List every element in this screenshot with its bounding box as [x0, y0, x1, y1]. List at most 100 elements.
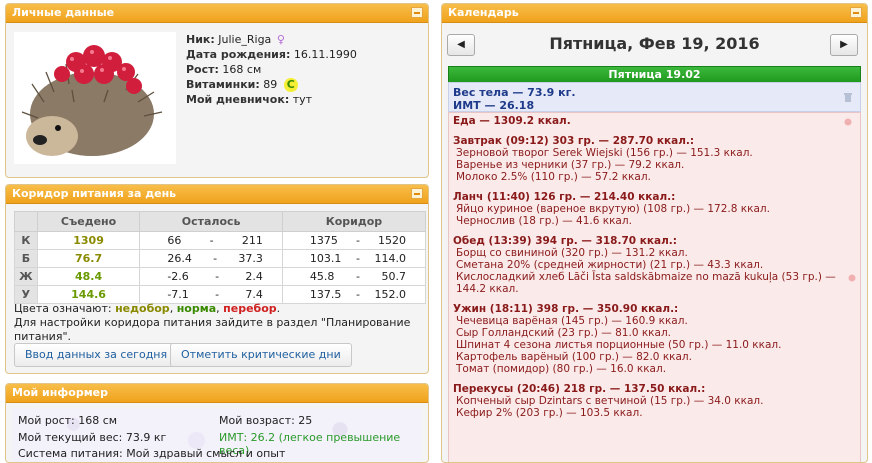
cor-min: 1375: [309, 234, 338, 247]
corridor-header-row: Съедено Осталось Коридор: [14, 211, 427, 232]
nick-label: Ник:: [186, 33, 215, 46]
rem-max: 37.3: [238, 252, 263, 265]
female-icon: ♀: [276, 33, 285, 46]
calendar-header: Календарь: [442, 4, 867, 23]
meal-supper[interactable]: Ужин (18:11) 398 гр. — 350.90 ккал.: Чеч…: [453, 303, 860, 375]
row-label: У: [14, 285, 38, 304]
corridor-header: Коридор питания за день: [6, 185, 428, 204]
diary-label: Мой дневничок:: [186, 93, 290, 106]
cor-min: 45.8: [309, 270, 335, 283]
vitamins-value: 89: [263, 78, 278, 91]
corridor-title: Коридор питания за день: [12, 187, 177, 200]
list-item: Томат (помидор) (80 гр.) — 16.0 ккал.: [456, 363, 667, 375]
meal-breakfast[interactable]: Завтрак (09:12) 303 гр. — 287.70 ккал.: …: [453, 135, 860, 183]
legend-over: перебор: [223, 302, 277, 315]
col-corridor: Коридор: [281, 211, 427, 232]
cor-min: 103.1: [309, 252, 342, 265]
meal-header: Ланч (11:40) 126 гр. — 214.40 ккал.:: [453, 191, 676, 203]
eaten-value: 144.6: [36, 285, 141, 304]
corridor-cell: 1375 - 1520: [281, 231, 427, 250]
birth-label: Дата рождения:: [186, 48, 291, 61]
corner-cell: [14, 211, 38, 232]
range-dash: -: [355, 270, 360, 283]
next-day-button[interactable]: ▶: [830, 34, 858, 56]
informer-age: Мой возраст: 25: [219, 414, 313, 427]
range-dash: -: [209, 234, 214, 247]
cor-min: 137.5: [309, 288, 342, 301]
cor-max: 50.7: [381, 270, 407, 283]
personal-data-panel: Личные данные Ник: Julie_Riga ♀ Дата рож…: [5, 3, 429, 178]
meal-header: Перекусы (20:46) 218 гр. — 137.50 ккал.:: [453, 383, 706, 395]
personal-data-header: Личные данные: [6, 4, 428, 23]
rem-max: 2.4: [245, 270, 263, 283]
vitamins-label: Витаминки:: [186, 78, 260, 91]
rem-min: 66: [167, 234, 182, 247]
table-row: К 1309 66 - 211 1375 - 1520: [14, 231, 427, 250]
remaining-cell: 66 - 211: [139, 231, 283, 250]
rem-min: -2.6: [167, 270, 189, 283]
vitamin-c-icon[interactable]: C: [283, 78, 298, 92]
list-item: Сметана 20% (средней жирности) (21 гр.) …: [456, 259, 764, 271]
list-item: Чернослив (18 гр.) — 41.6 ккал.: [456, 215, 632, 227]
cor-max: 114.0: [374, 252, 407, 265]
list-item: Чечевица варёная (145 гр.) — 160.9 ккал.: [456, 315, 688, 327]
food-log: Еда — 1309.2 ккал. Завтрак (09:12) 303 г…: [448, 112, 861, 462]
list-item: Кефир 2% (203 гр.) — 103.5 ккал.: [456, 407, 643, 419]
remaining-cell: 26.4 - 37.3: [139, 249, 283, 268]
personal-data-title: Личные данные: [12, 6, 115, 19]
range-dash: -: [355, 252, 360, 265]
range-dash: -: [355, 288, 360, 301]
range-dash: -: [215, 288, 220, 301]
collapse-icon[interactable]: [850, 7, 862, 18]
diary-link[interactable]: тут: [293, 93, 312, 106]
remaining-cell: -2.6 - 2.4: [139, 267, 283, 286]
collapse-icon[interactable]: [411, 7, 423, 18]
remaining-cell: -7.1 - 7.4: [139, 285, 283, 304]
hand-icon[interactable]: [848, 273, 856, 282]
hedgehog-avatar: [14, 32, 176, 164]
corridor-table: Съедено Осталось Коридор К 1309 66 - 211 1…: [14, 211, 427, 304]
informer-header: Мой информер: [6, 384, 428, 403]
nick-value[interactable]: Julie_Riga: [218, 33, 271, 46]
meal-lunch[interactable]: Ланч (11:40) 126 гр. — 214.40 ккал.: Яйц…: [453, 191, 860, 227]
list-item: Варенье из черники (37 гр.) — 79.2 ккал.: [456, 159, 685, 171]
trash-icon[interactable]: [844, 93, 852, 102]
informer-diet-system: Система питания: Мой здравый смысл и опы…: [18, 447, 286, 460]
corridor-hint: Для настройки коридора питания зайдите в…: [14, 316, 411, 343]
meal-dinner[interactable]: Обед (13:39) 394 гр. — 318.70 ккал.: Бор…: [453, 235, 860, 295]
list-item: Копченый сыр Dzintars с ветчиной (15 гр.…: [456, 395, 764, 407]
eaten-value: 1309: [36, 231, 141, 250]
table-row: Ж 48.4 -2.6 - 2.4 45.8 - 50.7: [14, 267, 427, 286]
my-informer-panel: Мой информер Мой рост: 168 см Мой возрас…: [5, 383, 429, 463]
collapse-icon[interactable]: [411, 188, 423, 199]
hand-icon[interactable]: [844, 117, 852, 126]
list-item: Кисло­сладкий хлеб Lāči Īsta saldskābmai…: [456, 271, 836, 295]
meal-header: Ужин (18:11) 398 гр. — 350.90 ккал.:: [453, 303, 679, 315]
range-dash: -: [355, 234, 360, 247]
informer-weight: Мой текущий вес: 73.9 кг: [18, 431, 167, 444]
row-label: Б: [14, 249, 38, 268]
informer-height: Мой рост: 168 см: [18, 414, 118, 427]
weight-entry[interactable]: Вес тела — 73.9 кг. ИМТ — 26.18: [448, 82, 861, 112]
eaten-value: 48.4: [36, 267, 141, 286]
enter-today-data-button[interactable]: Ввод данных за сегодня: [14, 343, 179, 367]
day-header: Пятница 19.02: [448, 66, 861, 83]
personal-info: Ник: Julie_Riga ♀ Дата рождения: 16.11.1…: [186, 32, 357, 107]
rem-min: 26.4: [167, 252, 192, 265]
cor-max: 1520: [378, 234, 406, 247]
calendar-panel: Календарь ◀ Пятница, Фев 19, 2016 ▶ Пятн…: [441, 3, 868, 463]
legend-ok: норма: [176, 302, 217, 315]
cor-max: 152.0: [374, 288, 407, 301]
mark-critical-days-button[interactable]: Отметить критические дни: [170, 343, 352, 367]
table-row: У 144.6 -7.1-7.4 137.5-152.0: [14, 285, 427, 304]
rem-min: -7.1: [167, 288, 189, 301]
calendar-title: Календарь: [448, 6, 519, 19]
eaten-value: 76.7: [36, 249, 141, 268]
range-dash: -: [213, 252, 218, 265]
body-weight: Вес тела — 73.9 кг.: [453, 86, 576, 99]
arrow-right-icon: ▶: [840, 39, 848, 50]
rem-max: 211: [241, 234, 263, 247]
list-item: Сыр Голландский (23 гр.) — 81.0 ккал.: [456, 327, 672, 339]
meal-snacks[interactable]: Перекусы (20:46) 218 гр. — 137.50 ккал.:…: [453, 383, 860, 419]
meal-header: Обед (13:39) 394 гр. — 318.70 ккал.:: [453, 235, 677, 247]
